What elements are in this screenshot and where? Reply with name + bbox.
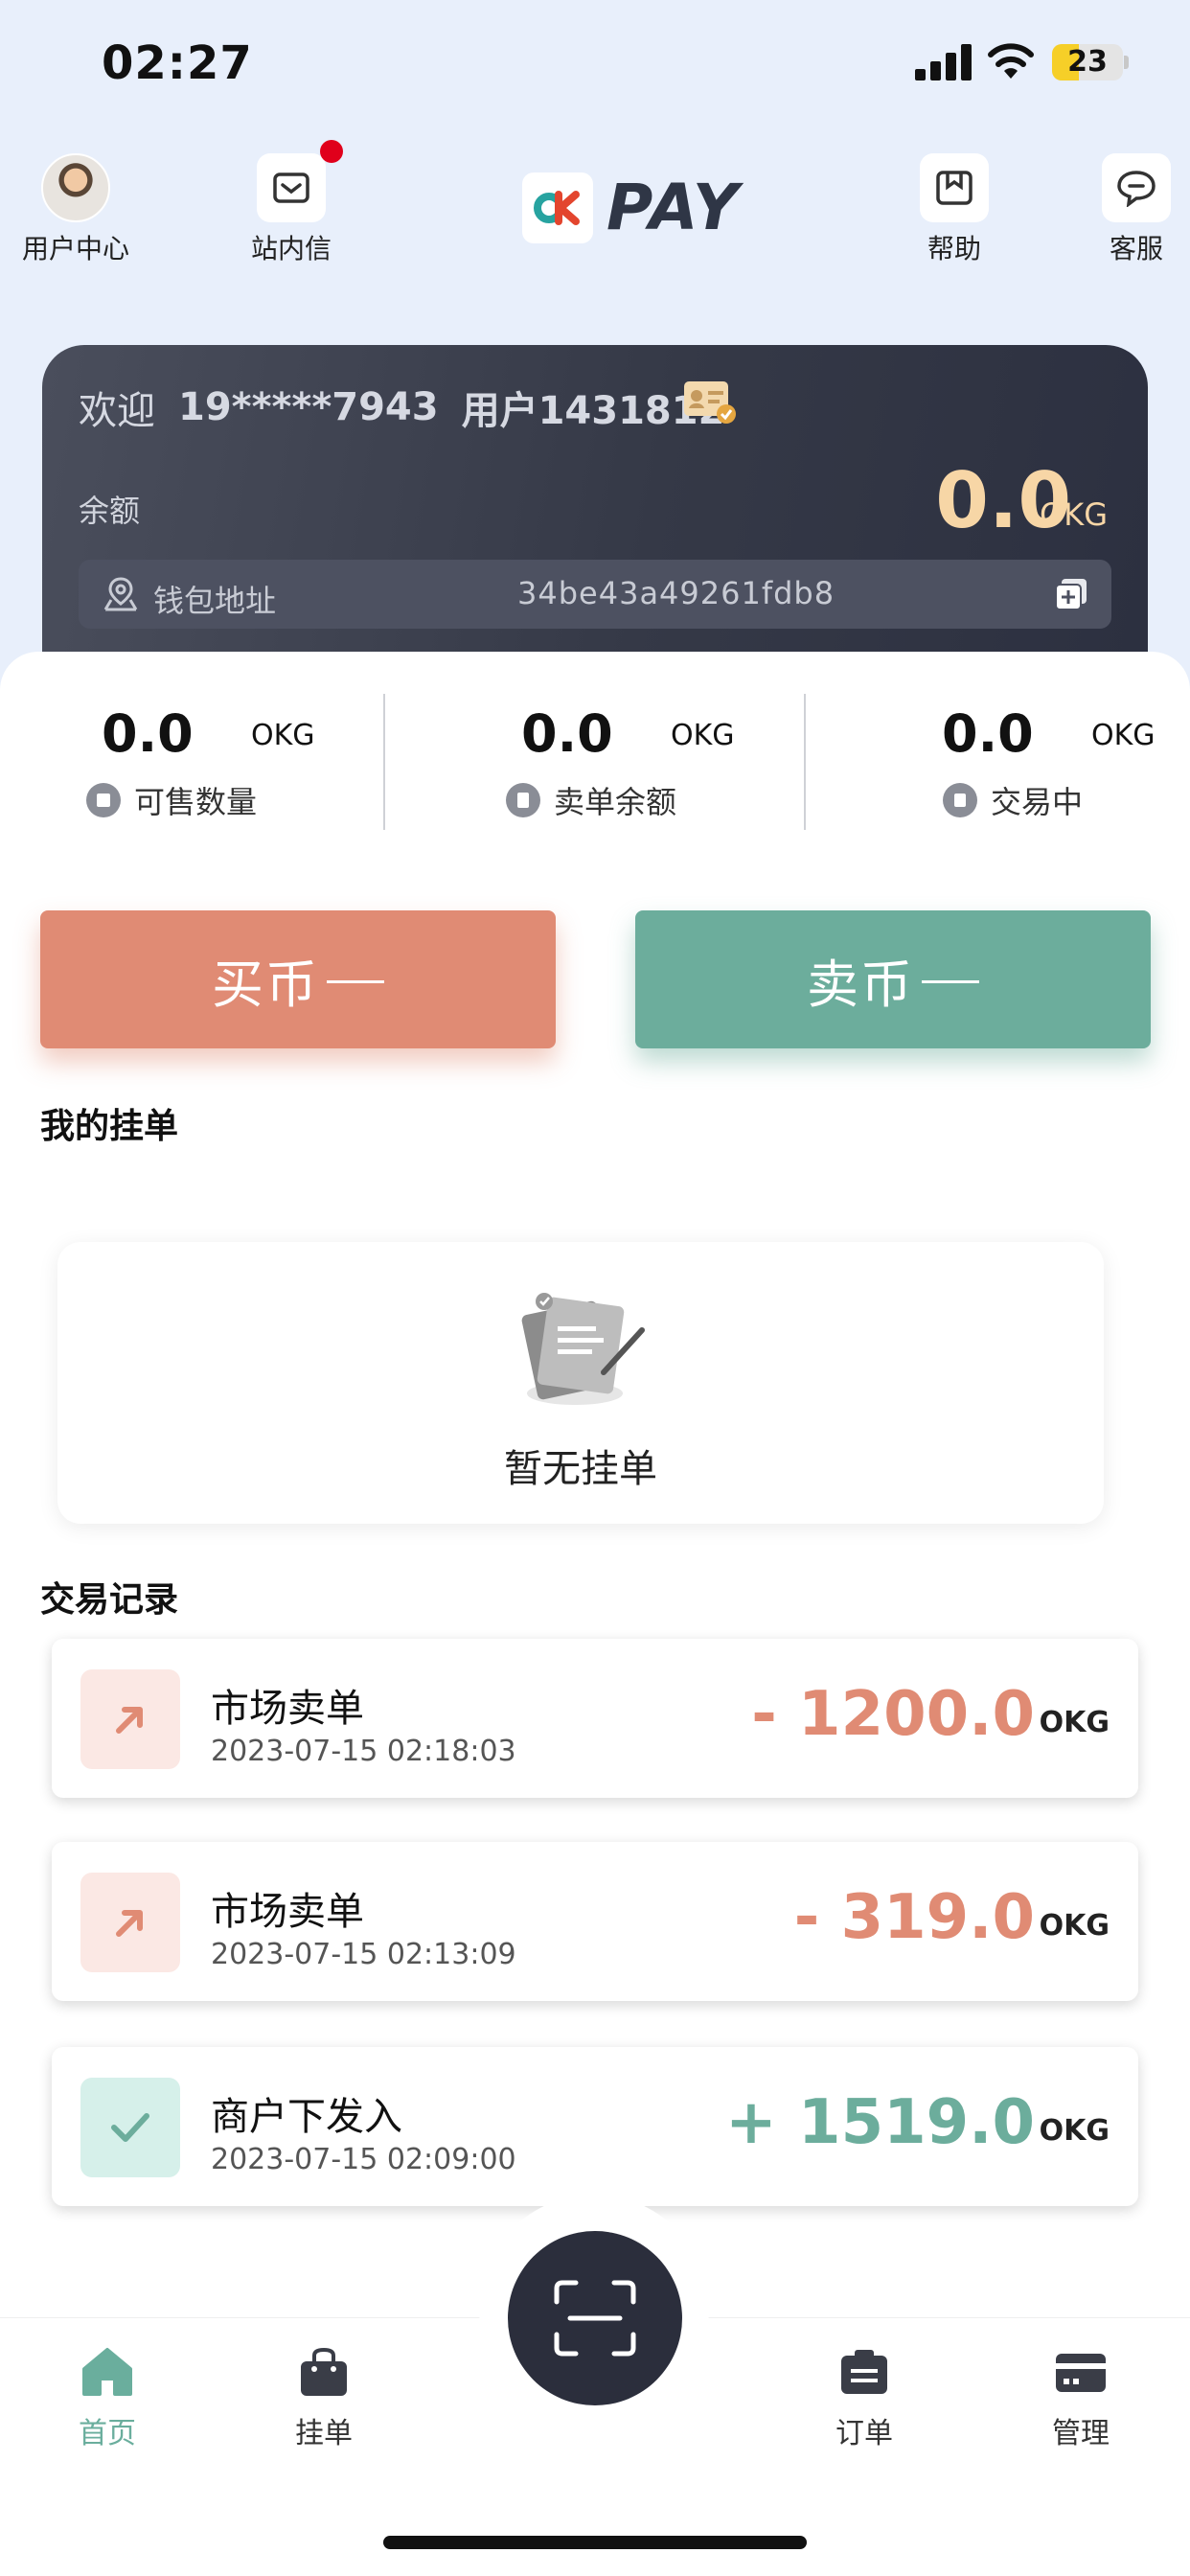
stat-trading-label: 交易中 xyxy=(991,784,1084,820)
document-icon xyxy=(506,783,540,817)
wifi-icon xyxy=(988,43,1034,79)
empty-orders-text: 暂无挂单 xyxy=(504,1447,657,1491)
scan-icon xyxy=(554,2280,636,2357)
buy-coin-button[interactable]: 买币 xyxy=(40,910,556,1048)
status-time: 02:27 xyxy=(102,36,253,90)
record-unit: OKG xyxy=(1039,2114,1110,2148)
stat-sell-balance: 卖单余额 xyxy=(506,778,676,822)
avatar xyxy=(41,153,110,222)
sell-coin-button[interactable]: 卖币 xyxy=(635,910,1151,1048)
checkmark-icon xyxy=(80,2078,180,2177)
user-center-label: 用户中心 xyxy=(21,233,129,264)
stat-available-value: 0.0 xyxy=(102,703,194,764)
tab-orders[interactable]: 订单 xyxy=(807,2346,922,2451)
notification-dot xyxy=(320,140,343,163)
record-title: 市场卖单 xyxy=(211,1687,364,1731)
record-item[interactable]: 市场卖单 2023-07-15 02:13:09 - 319.0 OKG xyxy=(52,1842,1138,2001)
logo-mark-icon xyxy=(522,172,593,243)
stat-divider xyxy=(383,694,385,830)
record-amount: + 1519.0 xyxy=(725,2087,1035,2158)
cellular-signal-icon xyxy=(915,42,973,80)
records-title: 交易记录 xyxy=(40,1580,179,1620)
inbox-button[interactable]: 站内信 xyxy=(234,140,349,266)
my-orders-title: 我的挂单 xyxy=(40,1107,179,1146)
sellable-icon xyxy=(86,783,121,817)
stat-divider xyxy=(804,694,806,830)
tab-listings[interactable]: 挂单 xyxy=(266,2346,381,2451)
welcome-text: 欢迎 xyxy=(79,389,155,433)
home-icon xyxy=(82,2348,132,2396)
record-title: 商户下发入 xyxy=(211,2095,402,2139)
help-label: 帮助 xyxy=(927,233,981,264)
copy-icon[interactable] xyxy=(1054,577,1088,611)
tab-manage[interactable]: 管理 xyxy=(1023,2346,1138,2451)
stat-trading-value: 0.0 xyxy=(942,703,1034,764)
shopping-bag-icon xyxy=(301,2347,347,2396)
home-indicator xyxy=(383,2536,807,2549)
stat-trading: 交易中 xyxy=(943,778,1083,822)
help-button[interactable]: 帮助 xyxy=(897,153,1012,266)
stat-sell-balance-value: 0.0 xyxy=(521,703,613,764)
stat-sell-balance-label: 卖单余额 xyxy=(554,784,677,820)
empty-document-icon xyxy=(521,1293,645,1405)
record-title: 市场卖单 xyxy=(211,1890,364,1934)
record-unit: OKG xyxy=(1039,1706,1110,1739)
trading-icon xyxy=(943,783,977,817)
record-amount: - 1200.0 xyxy=(751,1679,1035,1750)
customer-service-label: 客服 xyxy=(1109,233,1163,264)
arrow-right-icon xyxy=(922,979,979,983)
record-date: 2023-07-15 02:09:00 xyxy=(211,2143,516,2176)
logo-text: PAY xyxy=(606,171,741,244)
battery-cap xyxy=(1124,56,1129,69)
stat-available-label: 可售数量 xyxy=(134,784,258,820)
record-item[interactable]: 市场卖单 2023-07-15 02:18:03 - 1200.0 OKG xyxy=(52,1639,1138,1798)
scan-button[interactable] xyxy=(508,2231,682,2405)
tab-listings-label: 挂单 xyxy=(295,2417,353,2450)
user-phone: 19*****7943 xyxy=(178,385,439,429)
record-unit: OKG xyxy=(1039,1909,1110,1943)
record-date: 2023-07-15 02:13:09 xyxy=(211,1938,516,1971)
tab-home-label: 首页 xyxy=(79,2417,136,2450)
arrow-up-right-icon xyxy=(80,1669,180,1769)
welcome-line: 欢迎 19*****7943 用户1431812 xyxy=(79,380,724,435)
stat-available: 可售数量 xyxy=(86,778,257,822)
credit-card-icon xyxy=(1056,2354,1106,2392)
clipboard-icon xyxy=(841,2350,887,2394)
wallet-address-value: 34be43a49261fdb8 xyxy=(517,575,835,611)
buy-coin-label: 买币 xyxy=(212,954,319,1015)
record-amount: - 319.0 xyxy=(793,1882,1035,1953)
inbox-label: 站内信 xyxy=(250,233,332,264)
stat-sell-balance-unit: OKG xyxy=(671,719,735,752)
tab-manage-label: 管理 xyxy=(1052,2417,1110,2450)
balance-unit: OKG xyxy=(1040,496,1108,533)
customer-service-button[interactable]: 客服 xyxy=(1079,153,1190,266)
tab-orders-label: 订单 xyxy=(835,2417,893,2450)
arrow-right-icon xyxy=(327,979,384,983)
battery-indicator: 23 xyxy=(1052,44,1123,80)
record-item[interactable]: 商户下发入 2023-07-15 02:09:00 + 1519.0 OKG xyxy=(52,2047,1138,2206)
sell-coin-label: 卖币 xyxy=(807,954,914,1015)
tab-home[interactable]: 首页 xyxy=(50,2346,165,2451)
verified-id-icon xyxy=(684,381,736,424)
stat-trading-unit: OKG xyxy=(1091,719,1156,752)
user-center-button[interactable]: 用户中心 xyxy=(13,153,138,266)
mail-icon xyxy=(273,172,309,203)
record-date: 2023-07-15 02:18:03 xyxy=(211,1735,516,1768)
stat-available-unit: OKG xyxy=(251,719,315,752)
chat-bubble-icon xyxy=(1117,171,1156,207)
location-pin-icon xyxy=(103,577,138,611)
app-logo: PAY xyxy=(522,171,741,244)
wallet-address-label: 钱包地址 xyxy=(153,583,277,619)
balance-label: 余额 xyxy=(79,493,141,529)
arrow-up-right-icon xyxy=(80,1873,180,1972)
help-book-icon xyxy=(936,171,973,205)
